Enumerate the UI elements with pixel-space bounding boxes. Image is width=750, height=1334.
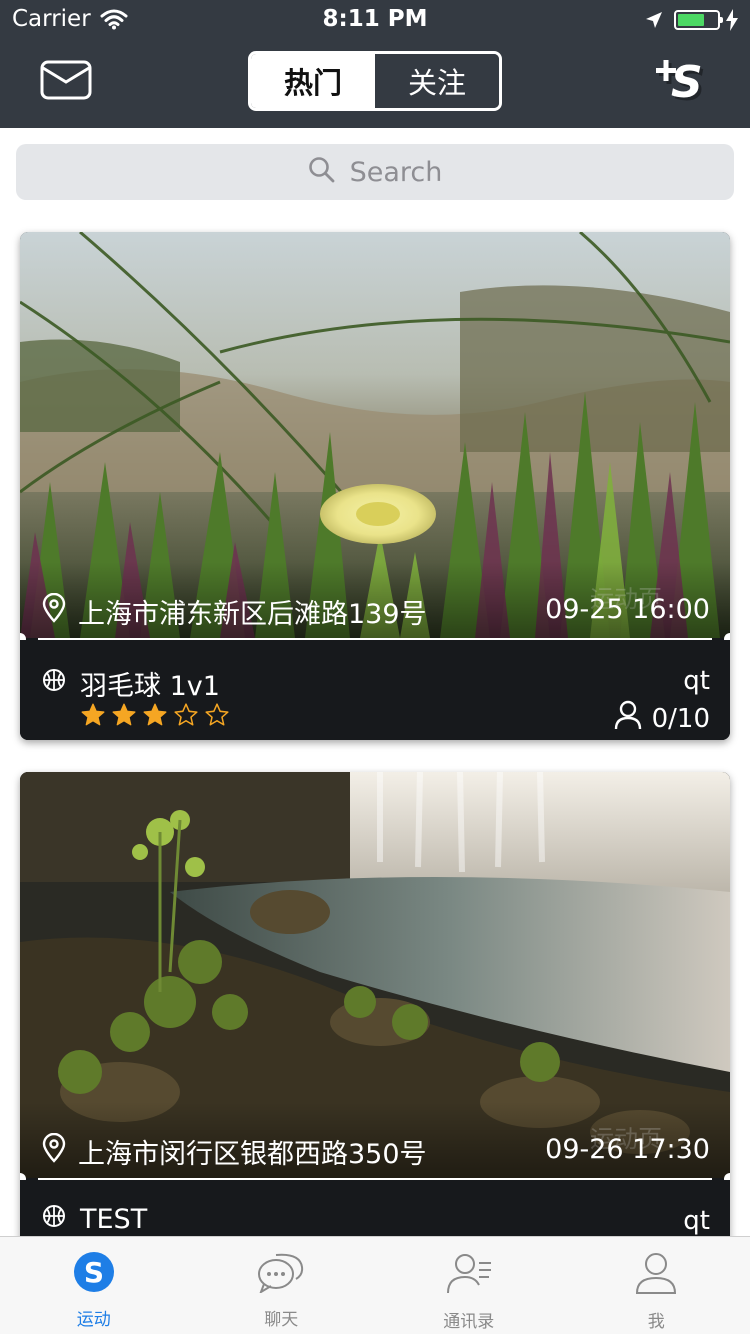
- star-outline-icon: [174, 703, 198, 726]
- star-filled-icon: [81, 703, 105, 726]
- participant-count: 0/10: [614, 700, 710, 737]
- star-filled-icon: [112, 703, 136, 726]
- basketball-icon: [42, 668, 66, 699]
- activity-datetime: 09-25 16:00: [545, 594, 710, 625]
- charging-bolt-icon: [726, 9, 738, 35]
- activity-card[interactable]: 运动页 上海市闵行区银都西路350号 09-26 17:30: [20, 772, 730, 1236]
- activity-address: 上海市闵行区银都西路350号: [78, 1139, 427, 1170]
- sport-s-icon: S: [73, 1251, 115, 1297]
- svg-text:S: S: [671, 57, 703, 108]
- battery-icon: [674, 10, 723, 30]
- tab-following[interactable]: 关注: [375, 54, 499, 108]
- tab-me-label: 我: [647, 1312, 665, 1332]
- star-outline-icon: [205, 703, 229, 726]
- tab-me[interactable]: 我: [563, 1237, 750, 1334]
- activity-sport: TEST: [42, 1204, 147, 1235]
- tab-sport[interactable]: S 运动: [0, 1237, 188, 1334]
- plus-s-logo-icon[interactable]: S S: [652, 54, 716, 112]
- activity-title: 羽毛球 1v1: [80, 671, 220, 702]
- tab-chat[interactable]: 聊天: [188, 1237, 376, 1334]
- top-bar: Carrier 8:11 PM 热门 关注 S S: [0, 0, 750, 128]
- search-bar[interactable]: Search: [16, 144, 734, 200]
- contacts-icon: [445, 1251, 493, 1299]
- location-pin-icon: [42, 1132, 66, 1170]
- activity-location: 上海市闵行区银都西路350号: [42, 1132, 427, 1171]
- activity-owner: qt: [683, 1206, 710, 1236]
- activity-address: 上海市浦东新区后滩路139号: [78, 599, 427, 630]
- search-icon: [308, 156, 336, 188]
- star-filled-icon: [143, 703, 167, 726]
- tab-contacts-label: 通讯录: [443, 1312, 495, 1332]
- basketball-icon: [42, 1204, 66, 1235]
- activity-feed: 运动页 上海市浦东新区后滩路139号 09-25 16:00: [0, 210, 750, 1236]
- tab-sport-label: 运动: [76, 1310, 111, 1330]
- rating-stars: [80, 702, 230, 728]
- activity-location: 上海市浦东新区后滩路139号: [42, 592, 427, 631]
- tab-contacts[interactable]: 通讯录: [375, 1237, 563, 1334]
- tab-hot[interactable]: 热门: [251, 54, 375, 108]
- envelope-icon[interactable]: [40, 60, 92, 104]
- status-time: 8:11 PM: [322, 6, 428, 32]
- activity-info: TEST qt: [20, 1180, 730, 1236]
- location-pin-icon: [42, 592, 66, 630]
- person-icon: [634, 1251, 678, 1299]
- activity-card[interactable]: 运动页 上海市浦东新区后滩路139号 09-25 16:00: [20, 232, 730, 740]
- person-outline-icon: [614, 700, 642, 737]
- location-arrow-icon: [644, 10, 664, 34]
- chat-bubbles-icon: [256, 1251, 306, 1297]
- activity-owner: qt: [683, 666, 710, 696]
- activity-title: TEST: [80, 1204, 148, 1235]
- participant-count-text: 0/10: [651, 703, 710, 734]
- activity-datetime: 09-26 17:30: [545, 1134, 710, 1165]
- tab-bar: S 运动 聊天 通讯录 我: [0, 1236, 750, 1334]
- activity-info: 羽毛球 1v1 qt 0/10: [20, 640, 730, 740]
- activity-sport: 羽毛球 1v1: [42, 664, 220, 703]
- svg-text:S: S: [84, 1256, 104, 1289]
- tab-chat-label: 聊天: [264, 1310, 299, 1330]
- feed-segmented-control: 热门 关注: [248, 51, 502, 111]
- battery-fill: [678, 14, 704, 26]
- search-placeholder: Search: [349, 156, 443, 188]
- status-bar: Carrier 8:11 PM: [0, 0, 750, 40]
